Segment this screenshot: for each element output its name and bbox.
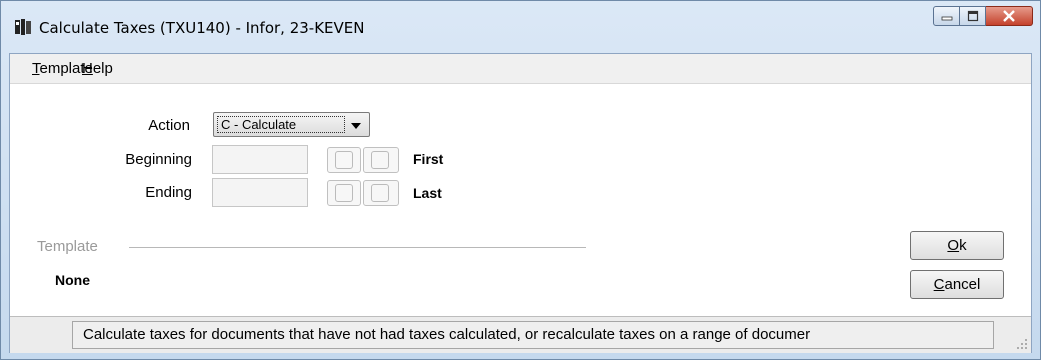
- action-select-value: C - Calculate: [217, 116, 345, 133]
- beginning-option-checkbox[interactable]: [363, 147, 399, 173]
- maximize-button[interactable]: [960, 6, 986, 26]
- window-title: Calculate Taxes (TXU140) - Infor, 23-KEV…: [39, 19, 365, 37]
- minimize-icon: [941, 16, 952, 21]
- maximize-icon: [967, 10, 978, 22]
- action-label: Action: [148, 117, 190, 134]
- beginning-first-checkbox[interactable]: [327, 147, 361, 173]
- menu-help[interactable]: Help: [82, 60, 113, 77]
- status-bar: Calculate taxes for documents that have …: [10, 316, 1031, 353]
- ending-label: Ending: [145, 184, 192, 201]
- ending-option-checkbox[interactable]: [363, 180, 399, 206]
- ending-input[interactable]: [212, 178, 308, 207]
- client-area: Template Help Action C - Calculate Begin…: [9, 53, 1032, 353]
- beginning-label: Beginning: [125, 151, 192, 168]
- close-icon: [1003, 10, 1015, 22]
- ending-last-checkbox[interactable]: [327, 180, 361, 206]
- minimize-button[interactable]: [933, 6, 960, 26]
- beginning-hint: First: [413, 151, 444, 167]
- app-window: Calculate Taxes (TXU140) - Infor, 23-KEV…: [0, 0, 1041, 360]
- app-icon: [15, 19, 31, 35]
- size-grip-icon[interactable]: [1016, 338, 1028, 350]
- menu-bar: Template Help: [10, 54, 1031, 84]
- template-value: None: [55, 272, 90, 288]
- template-group-title: Template: [37, 238, 98, 255]
- action-select[interactable]: C - Calculate: [213, 112, 370, 137]
- title-bar[interactable]: Calculate Taxes (TXU140) - Infor, 23-KEV…: [1, 1, 1040, 51]
- ok-button[interactable]: Ok: [910, 231, 1004, 260]
- ending-hint: Last: [413, 185, 442, 201]
- close-button[interactable]: [986, 6, 1033, 26]
- cancel-button[interactable]: Cancel: [910, 270, 1004, 299]
- beginning-input[interactable]: [212, 145, 308, 174]
- status-message: Calculate taxes for documents that have …: [72, 321, 994, 349]
- dropdown-arrow-icon: [351, 123, 361, 129]
- template-group-divider: [129, 247, 586, 248]
